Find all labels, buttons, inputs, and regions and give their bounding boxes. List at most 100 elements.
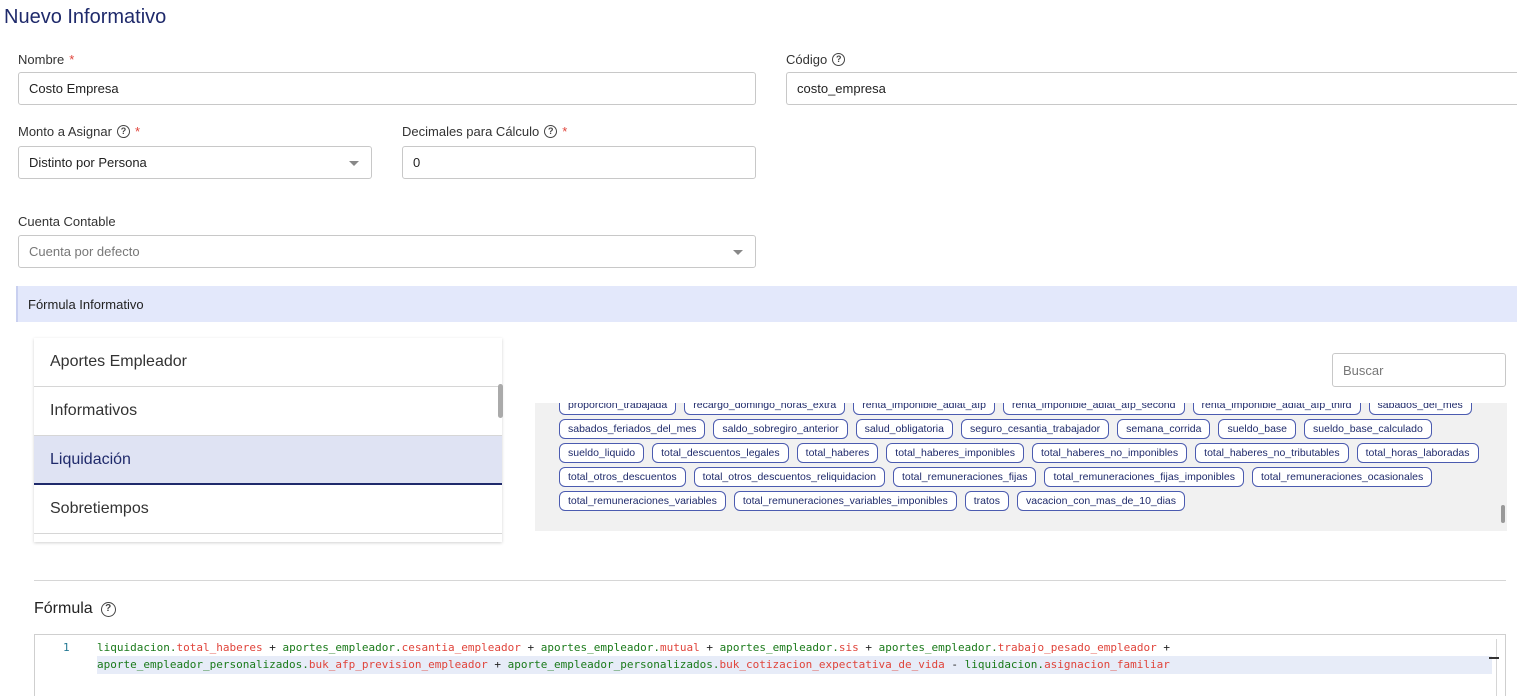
codigo-value: costo_empresa (797, 81, 886, 96)
code-token: aporte_empleador_personalizados. (507, 658, 720, 671)
search-placeholder: Buscar (1343, 362, 1384, 378)
formula-panel: Fórmula Informativo Aportes Empleador In… (16, 286, 1517, 696)
chevron-down-icon (349, 161, 359, 166)
monto-label: Monto a Asignar ? * (18, 124, 140, 139)
page-title: Nuevo Informativo (4, 6, 167, 28)
code-token: total_haberes (176, 641, 263, 654)
tags-scrollbar[interactable] (1501, 505, 1505, 523)
variable-tag[interactable]: renta_imponible_adlat_afp_second (1003, 403, 1185, 415)
code-token: trabajo_pesado_empleador (997, 641, 1157, 654)
variable-tag[interactable]: total_otros_descuentos (559, 467, 686, 487)
code-token: - (944, 658, 965, 671)
code-token: + (1156, 641, 1170, 654)
code-token: cesantia_empleador (401, 641, 521, 654)
cuenta-select[interactable]: Cuenta por defecto (18, 235, 756, 268)
variable-tag[interactable]: vacacion_con_mas_de_10_dias (1016, 491, 1186, 511)
code-token: aporte_empleador_personalizados. (97, 658, 309, 671)
help-icon[interactable]: ? (544, 125, 558, 138)
decimales-value: 0 (413, 155, 421, 170)
code-line: aporte_empleador_personalizados.buk_afp_… (97, 656, 1492, 674)
code-token: aportes_empleador. (282, 641, 402, 654)
variable-tag[interactable]: seguro_cesantia_trabajador (960, 419, 1110, 439)
variable-tag[interactable]: salud_obligatoria (855, 419, 953, 439)
help-icon[interactable]: ? (832, 53, 846, 66)
variable-tag[interactable]: sabados_feriados_del_mes (559, 419, 706, 439)
chevron-down-icon (733, 250, 743, 255)
nombre-value: Costo Empresa (29, 81, 119, 96)
decimales-input[interactable]: 0 (402, 146, 756, 179)
variable-tag[interactable]: total_haberes_imponibles (886, 443, 1024, 463)
variable-tag[interactable]: total_remuneraciones_variables (559, 491, 726, 511)
codigo-input[interactable]: costo_empresa (786, 72, 1517, 105)
code-token: liquidacion. (964, 658, 1045, 671)
code-token: aportes_empleador. (719, 641, 839, 654)
variable-tag[interactable]: sueldo_base (1218, 419, 1297, 439)
help-icon[interactable]: ? (100, 601, 116, 617)
code-token: + (262, 641, 283, 654)
formula-title-text: Fórmula (34, 600, 93, 617)
variable-tag[interactable]: total_haberes_no_imponibles (1031, 443, 1188, 463)
nombre-label-text: Nombre (18, 52, 65, 67)
category-item-active[interactable]: Liquidación (34, 436, 502, 485)
code-token: + (520, 641, 541, 654)
required-marker: * (69, 52, 75, 67)
code-line: liquidacion.total_haberes + aportes_empl… (97, 641, 1170, 654)
variable-tag[interactable]: total_remuneraciones_fijas (892, 467, 1037, 487)
help-icon[interactable]: ? (116, 125, 130, 138)
category-scrollbar[interactable] (498, 384, 503, 418)
editor-cursor-marker (1489, 657, 1499, 659)
variable-tags: proporcion_trabajada recargo_domingo_hora… (559, 403, 1484, 511)
variable-tag[interactable]: sueldo_base_calculado (1304, 419, 1432, 439)
editor-scrollbar[interactable] (1496, 639, 1497, 696)
variable-tag[interactable]: semana_corrida (1117, 419, 1211, 439)
decimales-label-text: Decimales para Cálculo (402, 124, 540, 139)
variable-tag[interactable]: total_haberes (796, 443, 879, 463)
variable-tag[interactable]: total_remuneraciones_fijas_imponibles (1044, 467, 1244, 487)
formula-title: Fórmula ? (34, 600, 116, 618)
variable-tag[interactable]: tratos (964, 491, 1009, 511)
line-number: 1 (63, 641, 70, 654)
codigo-label-text: Código (786, 52, 828, 67)
panel-header: Fórmula Informativo (16, 286, 1517, 322)
variable-tag[interactable]: total_remuneraciones_ocasionales (1251, 467, 1433, 487)
code-token: sis (838, 641, 859, 654)
monto-select[interactable]: Distinto por Persona (18, 146, 372, 179)
category-list: Aportes Empleador Informativos Liquidaci… (34, 338, 502, 542)
code-token: aportes_empleador. (878, 641, 998, 654)
category-item[interactable]: Informativos (34, 387, 502, 436)
code-token: buk_afp_prevision_empleador (308, 658, 488, 671)
variable-tag[interactable]: recargo_domingo_horas_extra (684, 403, 846, 415)
variable-tag[interactable]: proporcion_trabajada (559, 403, 677, 415)
category-item[interactable]: Sobretiempos (34, 485, 502, 534)
variable-tag[interactable]: total_haberes_no_tributables (1195, 443, 1349, 463)
variable-tag[interactable]: total_remuneraciones_variables_imponible… (733, 491, 957, 511)
code-token: + (858, 641, 879, 654)
search-input[interactable]: Buscar (1332, 353, 1506, 387)
cuenta-label: Cuenta Contable (18, 214, 116, 229)
code-token: mutual (659, 641, 700, 654)
variable-tag[interactable]: saldo_sobregiro_anterior (713, 419, 848, 439)
variable-tag[interactable]: sueldo_liquido (559, 443, 645, 463)
variable-tags-area: proporcion_trabajada recargo_domingo_hora… (535, 403, 1507, 531)
variable-tag[interactable]: total_horas_laboradas (1356, 443, 1479, 463)
formula-editor[interactable]: 1 liquidacion.total_haberes + aportes_em… (34, 634, 1506, 696)
variable-tag[interactable]: renta_imponible_adlat_afp_third (1192, 403, 1361, 415)
variable-tag[interactable]: total_descuentos_legales (652, 443, 789, 463)
variable-tag[interactable]: total_otros_descuentos_reliquidacion (693, 467, 885, 487)
nombre-label: Nombre * (18, 52, 74, 67)
nombre-input[interactable]: Costo Empresa (18, 72, 756, 105)
codigo-label: Código ? (786, 52, 846, 67)
decimales-label: Decimales para Cálculo ? * (402, 124, 567, 139)
divider (34, 580, 1506, 581)
variable-tag[interactable]: sabados_del_mes (1368, 403, 1472, 415)
code-token: asignacion_familiar (1044, 658, 1170, 671)
code-token: buk_cotizacion_expectativa_de_vida (719, 658, 945, 671)
category-item[interactable]: Aportes Empleador (34, 338, 502, 387)
required-marker: * (134, 124, 141, 139)
cuenta-placeholder: Cuenta por defecto (29, 244, 140, 259)
variable-tag[interactable]: renta_imponible_adlat_afp (853, 403, 996, 415)
cuenta-label-text: Cuenta Contable (18, 214, 116, 229)
required-marker: * (562, 124, 568, 139)
code-token: aportes_empleador. (540, 641, 660, 654)
monto-value: Distinto por Persona (29, 155, 147, 170)
